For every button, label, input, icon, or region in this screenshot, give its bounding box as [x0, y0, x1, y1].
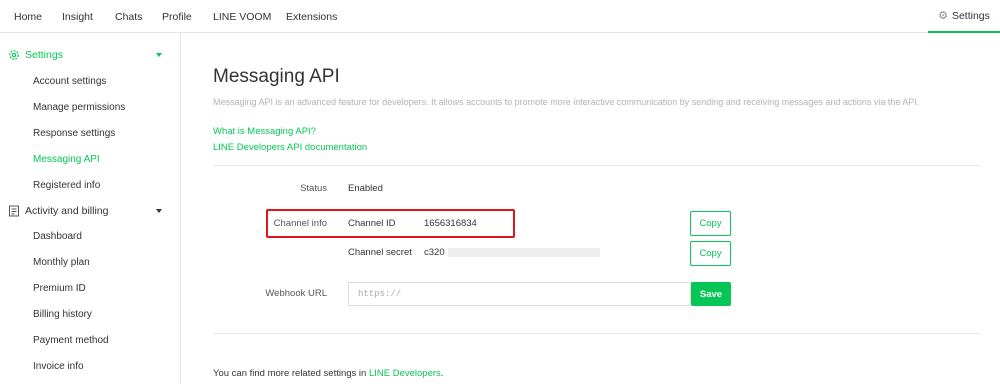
footer-text: You can find more related settings in — [213, 368, 369, 379]
line-developers-link[interactable]: LINE Developers — [369, 368, 441, 379]
what-is-messaging-api-link[interactable]: What is Messaging API? — [213, 126, 316, 137]
top-navigation: Home Insight Chats Profile LINE VOOM Ext… — [0, 0, 1000, 33]
sidebar-section-label: Settings — [25, 49, 63, 61]
sidebar-section-settings[interactable]: Settings — [0, 45, 181, 65]
nav-profile[interactable]: Profile — [162, 11, 192, 23]
sidebar-section-activity-billing[interactable]: Activity and billing — [0, 201, 181, 221]
sidebar-item-response-settings[interactable]: Response settings — [33, 128, 115, 139]
nav-line-voom[interactable]: LINE VOOM — [213, 11, 271, 23]
nav-home[interactable]: Home — [14, 11, 42, 23]
nav-insight[interactable]: Insight — [62, 11, 93, 23]
copy-channel-secret-button[interactable]: Copy — [690, 241, 731, 266]
chevron-down-icon — [156, 53, 162, 57]
sidebar-item-invoice-info[interactable]: Invoice info — [33, 361, 84, 372]
sidebar-section-label: Activity and billing — [25, 205, 109, 217]
nav-chats[interactable]: Chats — [115, 11, 142, 23]
sidebar-item-monthly-plan[interactable]: Monthly plan — [33, 257, 90, 268]
status-value: Enabled — [348, 183, 383, 194]
webhook-url-label: Webhook URL — [265, 288, 327, 299]
nav-settings-tab[interactable]: ⚙ Settings — [928, 0, 1000, 33]
channel-info-label: Channel info — [273, 218, 327, 229]
status-label: Status — [300, 183, 327, 194]
channel-secret-label: Channel secret — [348, 247, 412, 258]
gear-icon: ⚙ — [938, 10, 948, 22]
copy-channel-id-button[interactable]: Copy — [690, 211, 731, 236]
divider — [213, 165, 980, 166]
footer-period: . — [440, 368, 444, 379]
sidebar-item-dashboard[interactable]: Dashboard — [33, 231, 82, 242]
channel-secret-mask — [448, 248, 600, 257]
chevron-down-icon — [156, 209, 162, 213]
save-webhook-button[interactable]: Save — [691, 282, 731, 306]
sidebar-item-registered-info[interactable]: Registered info — [33, 180, 100, 191]
sidebar-item-account-settings[interactable]: Account settings — [33, 76, 106, 87]
webhook-url-input[interactable] — [348, 282, 691, 306]
gear-icon — [9, 50, 19, 60]
nav-extensions[interactable]: Extensions — [286, 11, 337, 23]
api-documentation-link[interactable]: LINE Developers API documentation — [213, 142, 367, 153]
channel-id-value: 1656316834 — [424, 218, 477, 229]
footer-note: You can find more related settings in LI… — [213, 368, 443, 379]
channel-id-label: Channel ID — [348, 218, 396, 229]
nav-settings-label: Settings — [951, 9, 990, 22]
receipt-icon — [9, 205, 19, 217]
sidebar-item-messaging-api[interactable]: Messaging API — [33, 154, 100, 165]
sidebar: Settings Account settings Manage permiss… — [0, 33, 181, 384]
sidebar-item-payment-method[interactable]: Payment method — [33, 335, 109, 346]
sidebar-item-manage-permissions[interactable]: Manage permissions — [33, 102, 125, 113]
sidebar-item-premium-id[interactable]: Premium ID — [33, 283, 86, 294]
sidebar-item-billing-history[interactable]: Billing history — [33, 309, 92, 320]
main-content: Messaging API Messaging API is an advanc… — [182, 33, 1000, 384]
page-description: Messaging API is an advanced feature for… — [213, 97, 920, 107]
channel-secret-value: c320 — [424, 247, 445, 258]
divider — [213, 333, 980, 334]
page-title: Messaging API — [213, 66, 340, 87]
